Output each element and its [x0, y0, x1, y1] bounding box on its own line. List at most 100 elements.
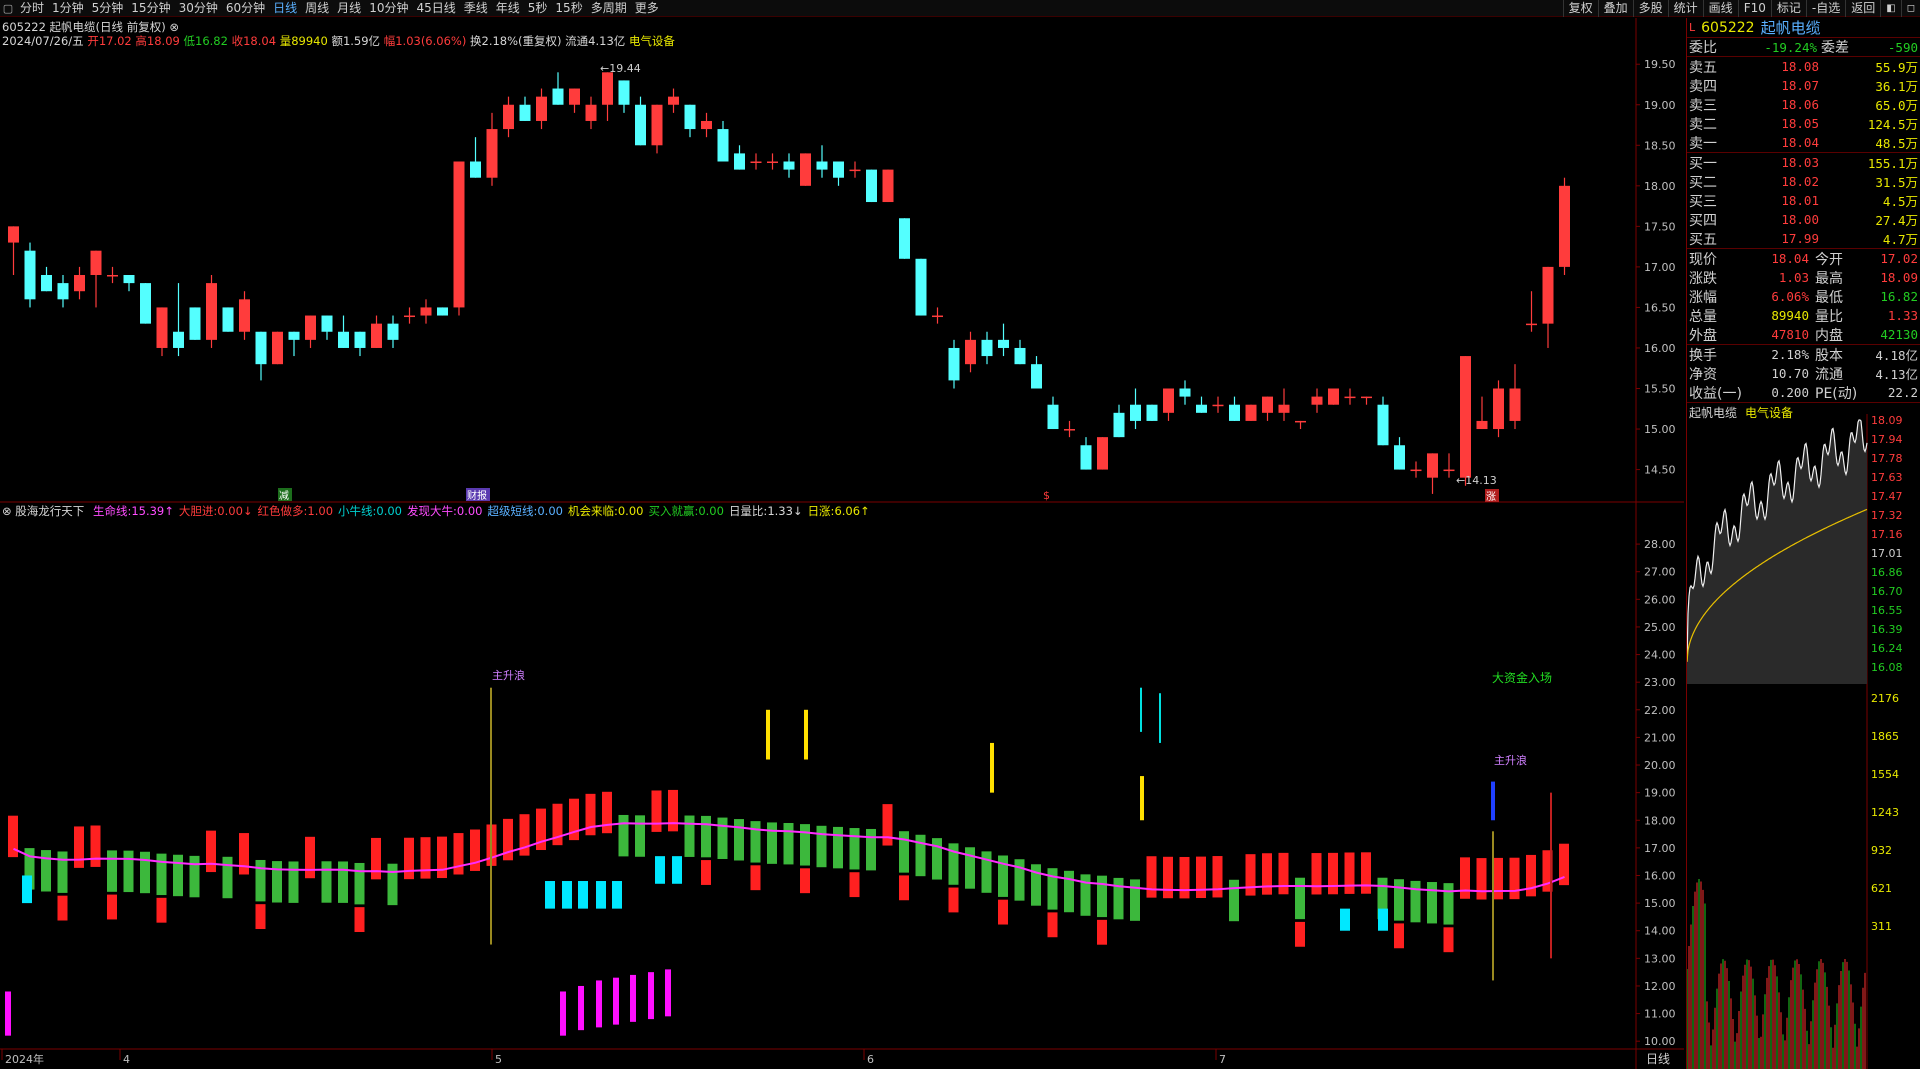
indicator-ytick-label: 18.00 — [1644, 814, 1676, 827]
intraday-mini-chart[interactable]: 18.09 17.94 17.78 17.63 17.47 17.32 17.16 17.01… — [1687, 414, 1920, 1069]
indicator-label: 大胆进: — [178, 504, 218, 518]
candle-body — [1526, 323, 1537, 326]
book-label: 卖四 — [1689, 78, 1717, 95]
candle-body — [651, 104, 663, 146]
period-12[interactable]: 年线 — [492, 0, 524, 17]
mini-ytick: 16.55 — [1871, 604, 1903, 617]
book-volume: 31.5万 — [1875, 175, 1918, 190]
mini-ytick: 16.08 — [1871, 661, 1903, 674]
candle-body — [552, 88, 564, 105]
period-8[interactable]: 月线 — [333, 0, 365, 17]
toolbar-button-8[interactable]: 返回 — [1845, 0, 1880, 17]
bid-row: 买五 17.99 4.7万 — [1687, 229, 1920, 248]
indicator-bar — [1064, 870, 1074, 913]
indicator-bar — [1295, 877, 1305, 920]
order-ratio: -19.24% — [1764, 39, 1817, 55]
candle-body — [1212, 404, 1224, 407]
candle-body — [74, 275, 85, 292]
period-14[interactable]: 15秒 — [551, 0, 586, 17]
period-3[interactable]: 15分钟 — [127, 0, 174, 17]
toolbar-button-7[interactable]: -自选 — [1805, 0, 1845, 17]
toolbar-button-2[interactable]: 多股 — [1632, 0, 1668, 17]
candle-body — [222, 307, 234, 332]
indicator-arrow: ↑ — [164, 504, 174, 518]
xtick-label: 2024年 — [5, 1052, 44, 1066]
signal-cyan — [1159, 693, 1161, 743]
ytick-label: 14.50 — [1644, 464, 1676, 477]
period-7[interactable]: 周线 — [301, 0, 333, 17]
period-2[interactable]: 5分钟 — [88, 0, 128, 17]
indicator-label: 机会来临: — [567, 504, 618, 518]
indicator-ytick-label: 15.00 — [1644, 897, 1676, 910]
period-1[interactable]: 1分钟 — [48, 0, 88, 17]
main-chart-svg[interactable]: 19.50 19.00 18.50 18.00 17.50 17.00 16.50 16.00… — [0, 18, 1684, 1069]
indicator-bar — [965, 847, 975, 889]
period-10[interactable]: 45日线 — [412, 0, 459, 17]
indicator-arrow: ↓ — [242, 504, 253, 518]
period-13[interactable]: 5秒 — [524, 0, 552, 17]
toolbar-button-6[interactable]: 标记 — [1770, 0, 1806, 17]
indicator-item-7: 买入就赢:0.00 — [648, 504, 723, 518]
menu-icon[interactable]: ▢ — [0, 1, 16, 17]
toolbar-button-5[interactable]: F10 — [1737, 0, 1771, 17]
indicator-bar — [470, 829, 480, 871]
settings-icon[interactable]: ⊗ — [2, 504, 12, 518]
indicator-bar-secondary — [849, 872, 860, 898]
book-volume: 4.5万 — [1882, 194, 1918, 209]
candle-body — [140, 283, 151, 324]
panel-name[interactable]: 起帆电缆 — [1761, 17, 1821, 38]
indicator-bar-secondary — [948, 887, 959, 913]
indicator-bar — [602, 791, 612, 834]
maximize-icon[interactable]: ◻ — [1900, 0, 1920, 17]
stat-value: 2.18% — [1771, 347, 1809, 362]
period-6[interactable]: 日线 — [269, 0, 301, 17]
period-15[interactable]: 多周期 — [587, 0, 631, 17]
signal-yellow — [766, 709, 770, 760]
stat-label: 总量 — [1689, 308, 1717, 325]
stat-label: 外盘 — [1689, 327, 1717, 344]
chart-area[interactable]: 19.50 19.00 18.50 18.00 17.50 17.00 16.50 16.00… — [0, 18, 1684, 1069]
period-16[interactable]: 更多 — [631, 0, 663, 17]
stat-label: 流通 — [1815, 366, 1843, 383]
period-9[interactable]: 10分钟 — [365, 0, 412, 17]
toolbar-button-3[interactable]: 统计 — [1667, 0, 1703, 17]
toolbar-button-1[interactable]: 叠加 — [1597, 0, 1633, 17]
period-0[interactable]: 分时 — [16, 0, 48, 17]
indicator-name[interactable]: 股海龙行天下 — [15, 504, 84, 518]
indicator-bar — [123, 850, 134, 893]
toolbar-button-0[interactable]: 复权 — [1562, 0, 1598, 17]
candle-body — [717, 129, 729, 162]
main-rise-stick — [490, 687, 492, 945]
indicator-bar — [1493, 857, 1503, 900]
indicator-bar-secondary — [750, 865, 761, 891]
indicator-bar — [1344, 852, 1355, 894]
stat-value: 4.18亿 — [1875, 348, 1918, 363]
period-5[interactable]: 60分钟 — [222, 0, 269, 17]
indicator-item-9: 日涨:6.06↑ — [808, 504, 870, 518]
candle-body — [239, 299, 250, 332]
indicator-bar — [41, 850, 51, 892]
mini-ytick: 17.47 — [1871, 490, 1903, 503]
candle-body — [1344, 396, 1356, 399]
indicator-ytick-label: 23.00 — [1644, 676, 1676, 689]
mini-ytick: 16.39 — [1871, 623, 1903, 636]
book-volume: 36.1万 — [1875, 79, 1918, 94]
book-volume: 27.4万 — [1875, 213, 1918, 228]
candle-body — [750, 161, 762, 163]
candle-body — [41, 275, 52, 292]
indicator-bar-secondary — [1097, 919, 1107, 945]
stat2-row: 净资 10.70 流通 4.13亿 — [1687, 364, 1920, 383]
candle-body — [1163, 388, 1174, 413]
indicator-bar — [338, 861, 348, 903]
minimize-icon[interactable]: ◧ — [1880, 0, 1900, 17]
candle-body — [684, 104, 696, 130]
mini-ytick: 17.16 — [1871, 528, 1903, 541]
bid-row: 买四 18.00 27.4万 — [1687, 210, 1920, 229]
indicator-label: 红色做多: — [257, 504, 308, 518]
candle-body — [420, 307, 432, 316]
period-11[interactable]: 季线 — [460, 0, 492, 17]
period-4[interactable]: 30分钟 — [175, 0, 222, 17]
close-circle-icon[interactable]: ⊗ — [169, 20, 179, 34]
indicator-ytick-label: 24.00 — [1644, 649, 1676, 662]
toolbar-button-4[interactable]: 画线 — [1702, 0, 1738, 17]
